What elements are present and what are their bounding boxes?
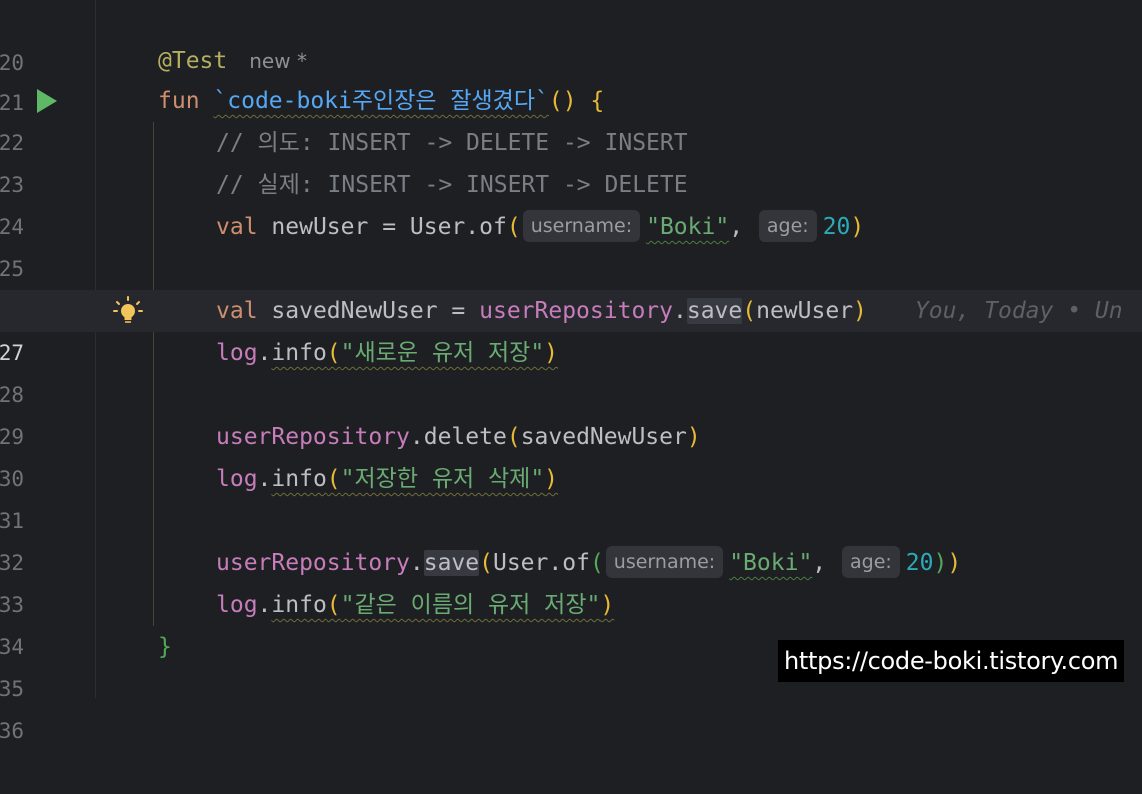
- code-line-26[interactable]: 26: [0, 248, 1142, 323]
- number-literal: 20: [905, 550, 934, 576]
- annotation: @Test: [158, 48, 228, 74]
- variable-new-user: newUser: [271, 214, 369, 240]
- string-literal: "저장한 유저 삭제": [340, 466, 545, 492]
- comment-actual: // 실제: INSERT -> INSERT -> DELETE: [216, 172, 688, 198]
- string-literal: "Boki": [729, 550, 813, 576]
- method-save: save: [686, 298, 743, 324]
- lightbulb-icon[interactable]: [113, 296, 143, 326]
- param-hint-age: age:: [758, 210, 817, 242]
- string-literal: "Boki": [646, 214, 730, 240]
- keyword-val: val: [216, 298, 258, 324]
- method-info: info: [271, 592, 327, 618]
- code-line-20[interactable]: 20: [0, 0, 1142, 75]
- keyword-fun: fun: [158, 88, 200, 114]
- code-line-33[interactable]: 33 userRepository.save(User.of(username:…: [0, 542, 1142, 617]
- closing-brace: }: [158, 634, 172, 660]
- property-log: log: [216, 466, 258, 492]
- code-line-34[interactable]: 34 log.info("같은 이름의 유저 저장"): [0, 584, 1142, 659]
- code-line-28[interactable]: 28 log.info("새로운 유저 저장"): [0, 332, 1142, 407]
- method-of: of: [479, 214, 507, 240]
- property-user-repository: userRepository: [216, 424, 410, 450]
- class-user: User: [409, 214, 466, 240]
- git-blame-annotation: You, Today • Un: [914, 298, 1123, 324]
- property-user-repository: userRepository: [216, 550, 410, 576]
- param-hint-username: username:: [605, 546, 724, 578]
- run-test-icon[interactable]: [37, 89, 57, 113]
- method-delete: delete: [423, 424, 507, 450]
- property-log: log: [216, 340, 258, 366]
- comment-intent: // 의도: INSERT -> DELETE -> INSERT: [216, 130, 688, 156]
- code-editor[interactable]: 20 21 @Test new * 22 fun `code-boki주인장은 잘…: [0, 0, 1142, 743]
- code-line-31[interactable]: 31 log.info("저장한 유저 삭제"): [0, 458, 1142, 533]
- new-hint: new *: [249, 49, 307, 73]
- watermark: https://code-boki.tistory.com: [778, 640, 1125, 682]
- param-hint-username: username:: [522, 210, 641, 242]
- method-of: of: [562, 550, 590, 576]
- method-info: info: [271, 466, 327, 492]
- code-line-22[interactable]: 22 fun `code-boki주인장은 잘생겼다`() {: [0, 80, 1142, 155]
- code-line-27[interactable]: 27 val savedNewUser = userRepository.sav…: [0, 290, 1142, 365]
- code-line-25[interactable]: 25 val newUser = User.of(username: "Boki"…: [0, 206, 1142, 281]
- property-user-repository: userRepository: [479, 298, 673, 324]
- variable-new-user: newUser: [756, 298, 854, 324]
- code-line-29[interactable]: 29: [0, 374, 1142, 449]
- variable-saved-new-user: savedNewUser: [271, 298, 438, 324]
- number-literal: 20: [822, 214, 851, 240]
- code-line-24[interactable]: 24 // 실제: INSERT -> INSERT -> DELETE: [0, 164, 1142, 239]
- line-number: 36: [0, 719, 24, 743]
- code-line-23[interactable]: 23 // 의도: INSERT -> DELETE -> INSERT: [0, 122, 1142, 197]
- keyword-val: val: [216, 214, 258, 240]
- code-line-32[interactable]: 32: [0, 500, 1142, 575]
- code-line-30[interactable]: 30 userRepository.delete(savedNewUser): [0, 416, 1142, 491]
- property-log: log: [216, 592, 258, 618]
- string-literal: "같은 이름의 유저 저장": [340, 592, 601, 618]
- class-user: User: [492, 550, 549, 576]
- code-line-21[interactable]: 21 @Test new *: [0, 40, 1142, 115]
- param-hint-age: age:: [842, 546, 900, 578]
- variable-saved-new-user: savedNewUser: [520, 424, 687, 450]
- method-save: save: [423, 550, 480, 576]
- string-literal: "새로운 유저 저장": [340, 340, 545, 366]
- function-name: `code-boki주인장은 잘생겼다`: [213, 88, 549, 114]
- method-info: info: [271, 340, 327, 366]
